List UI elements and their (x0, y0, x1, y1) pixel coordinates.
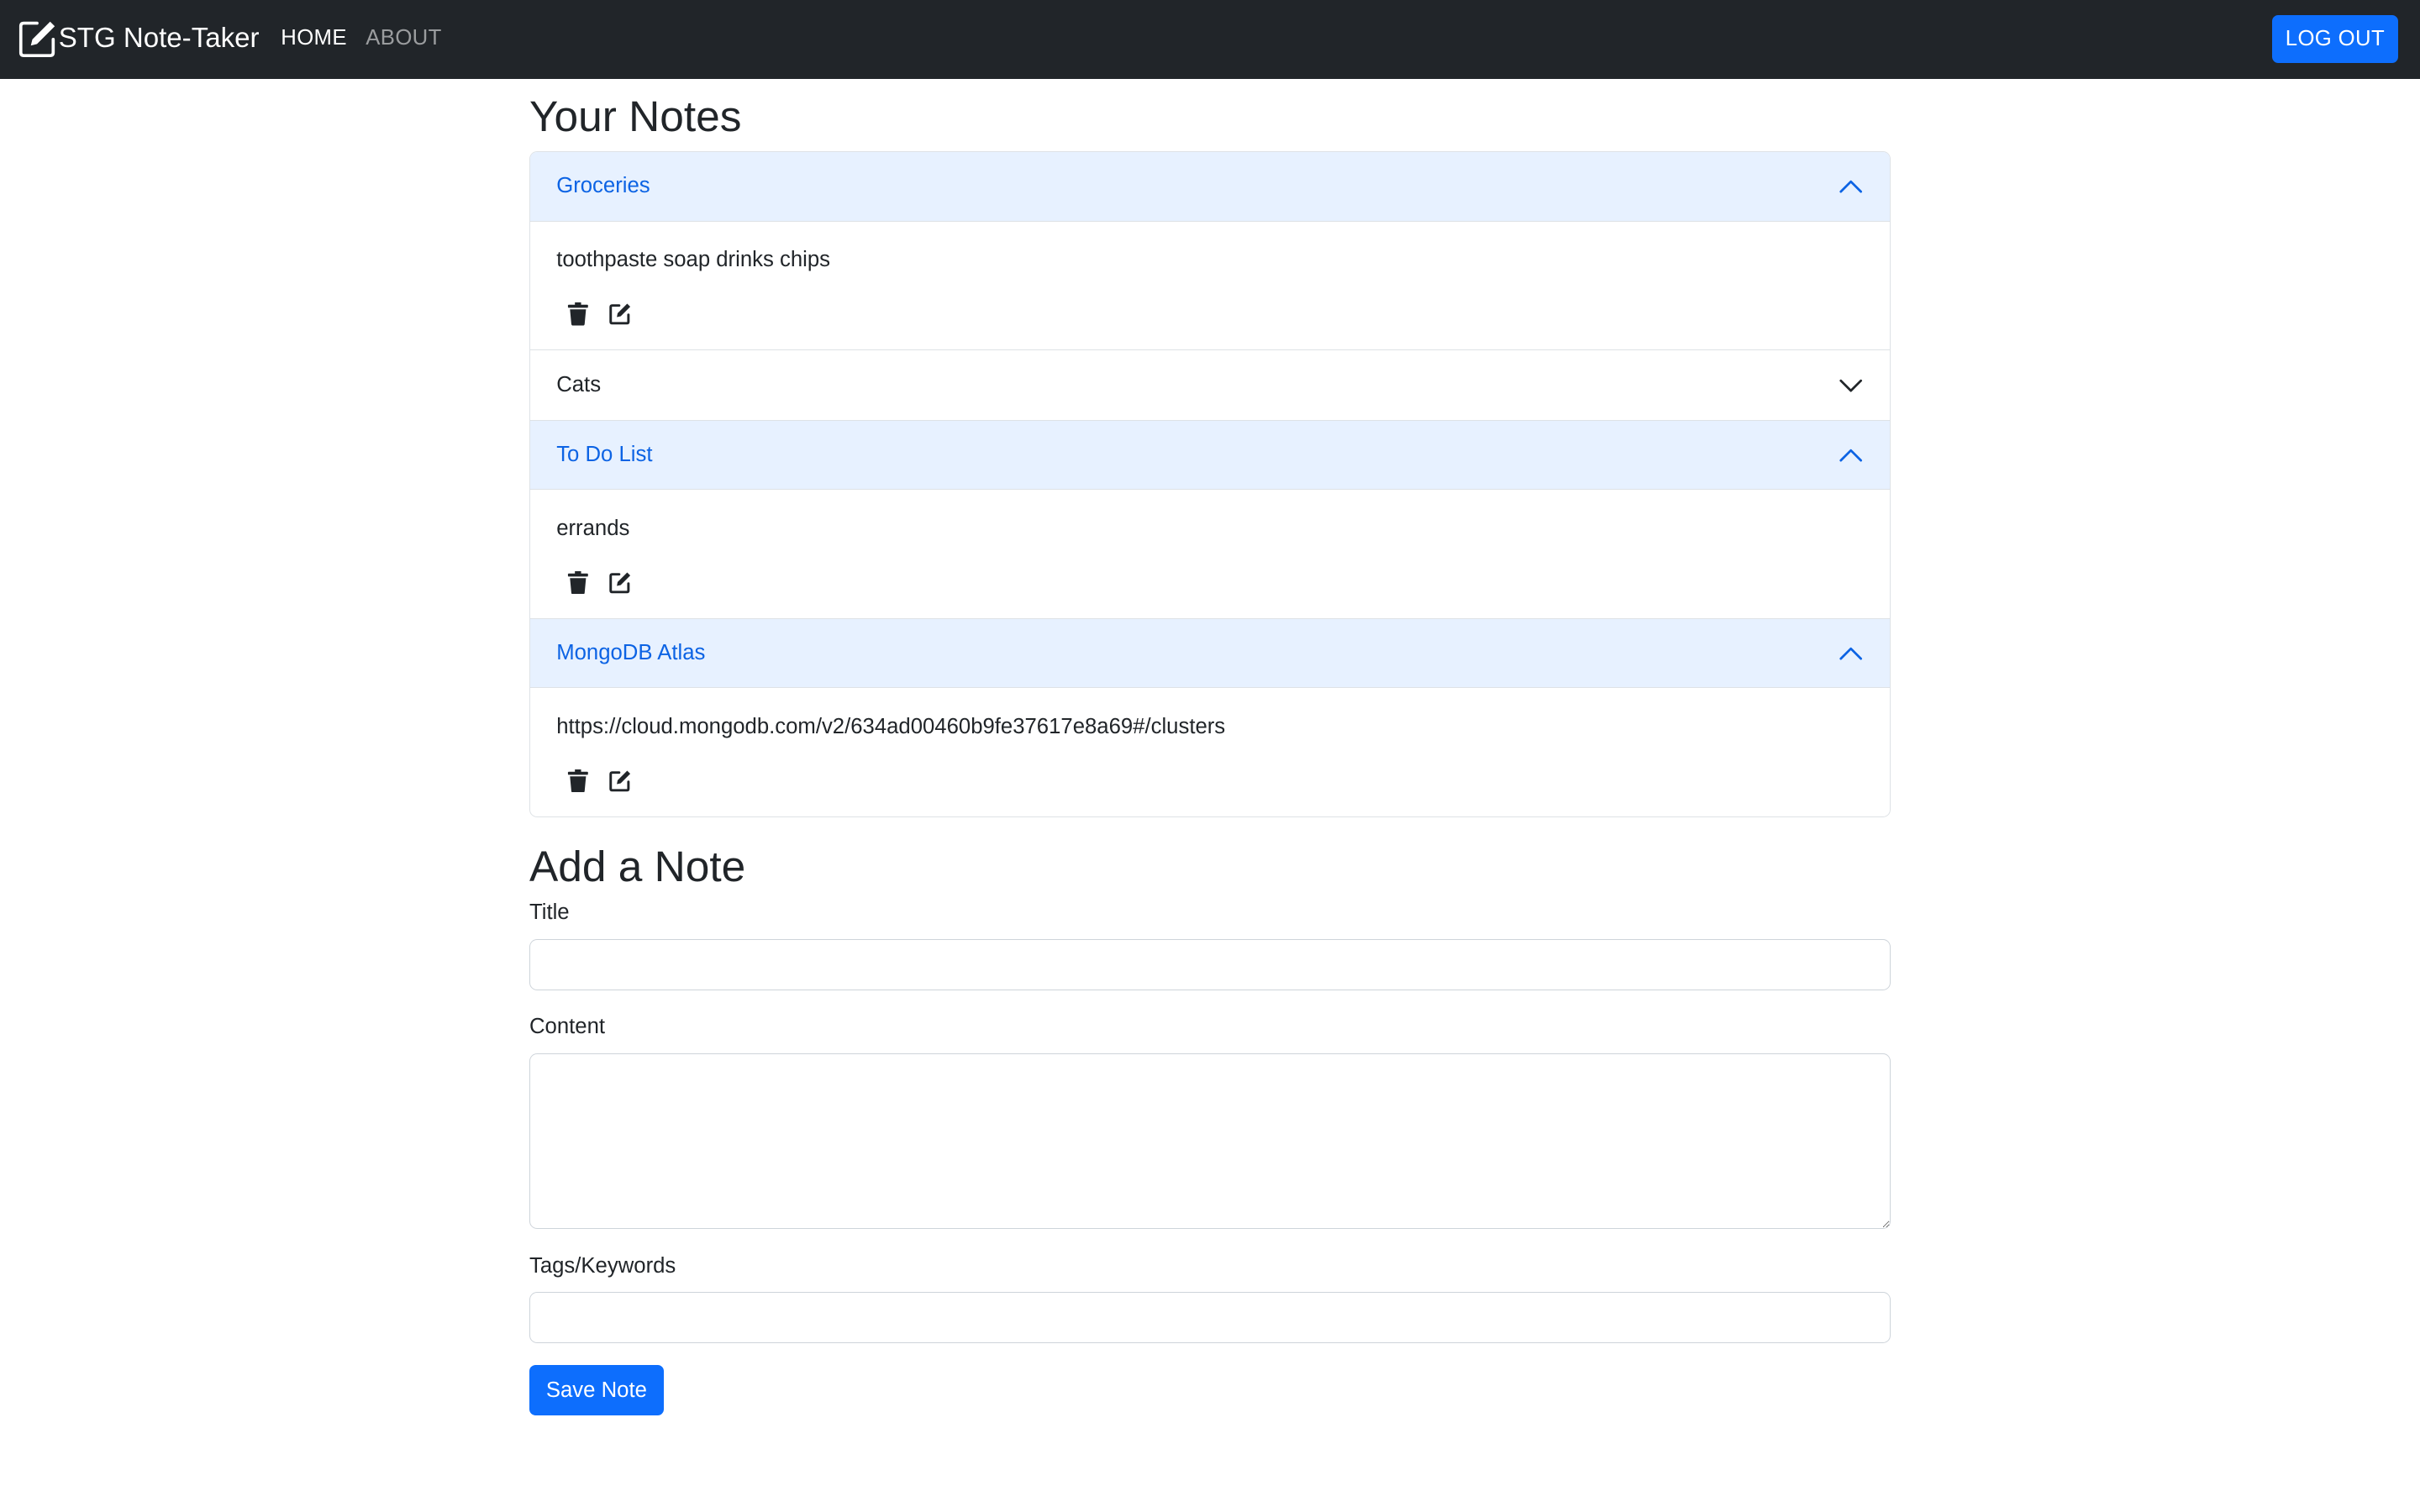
note-item: Cats (529, 349, 1890, 420)
nav-link-about[interactable]: ABOUT (366, 24, 441, 52)
note-header-groceries[interactable]: Groceries (529, 151, 1890, 222)
chevron-up-icon (1839, 641, 1863, 665)
title-label: Title (529, 900, 570, 925)
note-item: To Do List errands (529, 419, 1890, 618)
note-title: Groceries (556, 174, 650, 198)
chevron-up-icon (1839, 174, 1863, 198)
trash-icon[interactable] (564, 569, 592, 596)
note-title: Cats (556, 372, 602, 396)
brand-name: STG Note-Taker (58, 23, 260, 55)
note-content: errands (556, 516, 630, 540)
note-content: https://cloud.mongodb.com/v2/634ad00460b… (556, 714, 1226, 738)
note-item: Groceries toothpaste soap drinks chips (529, 151, 1890, 349)
add-note-heading: Add a Note (529, 842, 746, 891)
pencil-square-icon (18, 19, 57, 58)
note-body: https://cloud.mongodb.com/v2/634ad00460b… (530, 688, 1890, 816)
brand-link[interactable]: STG Note-Taker (18, 18, 260, 59)
add-note-form: Add a Note Title Content Tags/Keywords S… (529, 840, 1891, 1416)
content-label: Content (529, 1015, 606, 1039)
note-title: To Do List (556, 443, 653, 466)
app-root: STG Note-Taker HOME ABOUT LOG OUT Your N… (0, 0, 2420, 1512)
navbar: STG Note-Taker HOME ABOUT LOG OUT (0, 0, 2420, 79)
note-actions (556, 300, 1864, 328)
note-header-mongodb[interactable]: MongoDB Atlas (529, 618, 1890, 689)
edit-icon[interactable] (606, 767, 634, 795)
note-header-cats[interactable]: Cats (529, 350, 1890, 420)
note-body: errands (530, 490, 1890, 617)
note-title: MongoDB Atlas (556, 641, 706, 665)
content-textarea[interactable] (529, 1053, 1891, 1230)
edit-icon[interactable] (606, 300, 634, 328)
main-content: Your Notes Groceries toothpaste soap dri… (529, 79, 1891, 1416)
note-body: toothpaste soap drinks chips (530, 222, 1890, 349)
note-content: toothpaste soap drinks chips (556, 248, 830, 272)
save-note-button[interactable]: Save Note (529, 1364, 664, 1416)
chevron-down-icon (1839, 373, 1863, 397)
note-item: MongoDB Atlas https://cloud.mongodb.com/… (529, 617, 1890, 816)
title-input[interactable] (529, 938, 1891, 990)
chevron-up-icon (1839, 443, 1863, 467)
edit-icon[interactable] (606, 569, 634, 596)
notes-accordion: Groceries toothpaste soap drinks chips C… (529, 150, 1891, 817)
notes-heading: Your Notes (529, 91, 742, 140)
nav-link-home[interactable]: HOME (281, 24, 347, 52)
note-actions (556, 767, 1864, 795)
tags-input[interactable] (529, 1292, 1891, 1344)
note-actions (556, 569, 1864, 596)
trash-icon[interactable] (564, 767, 592, 795)
note-header-todo[interactable]: To Do List (529, 420, 1890, 491)
tags-label: Tags/Keywords (529, 1253, 676, 1278)
trash-icon[interactable] (564, 300, 592, 328)
logout-button[interactable]: LOG OUT (2271, 15, 2399, 64)
